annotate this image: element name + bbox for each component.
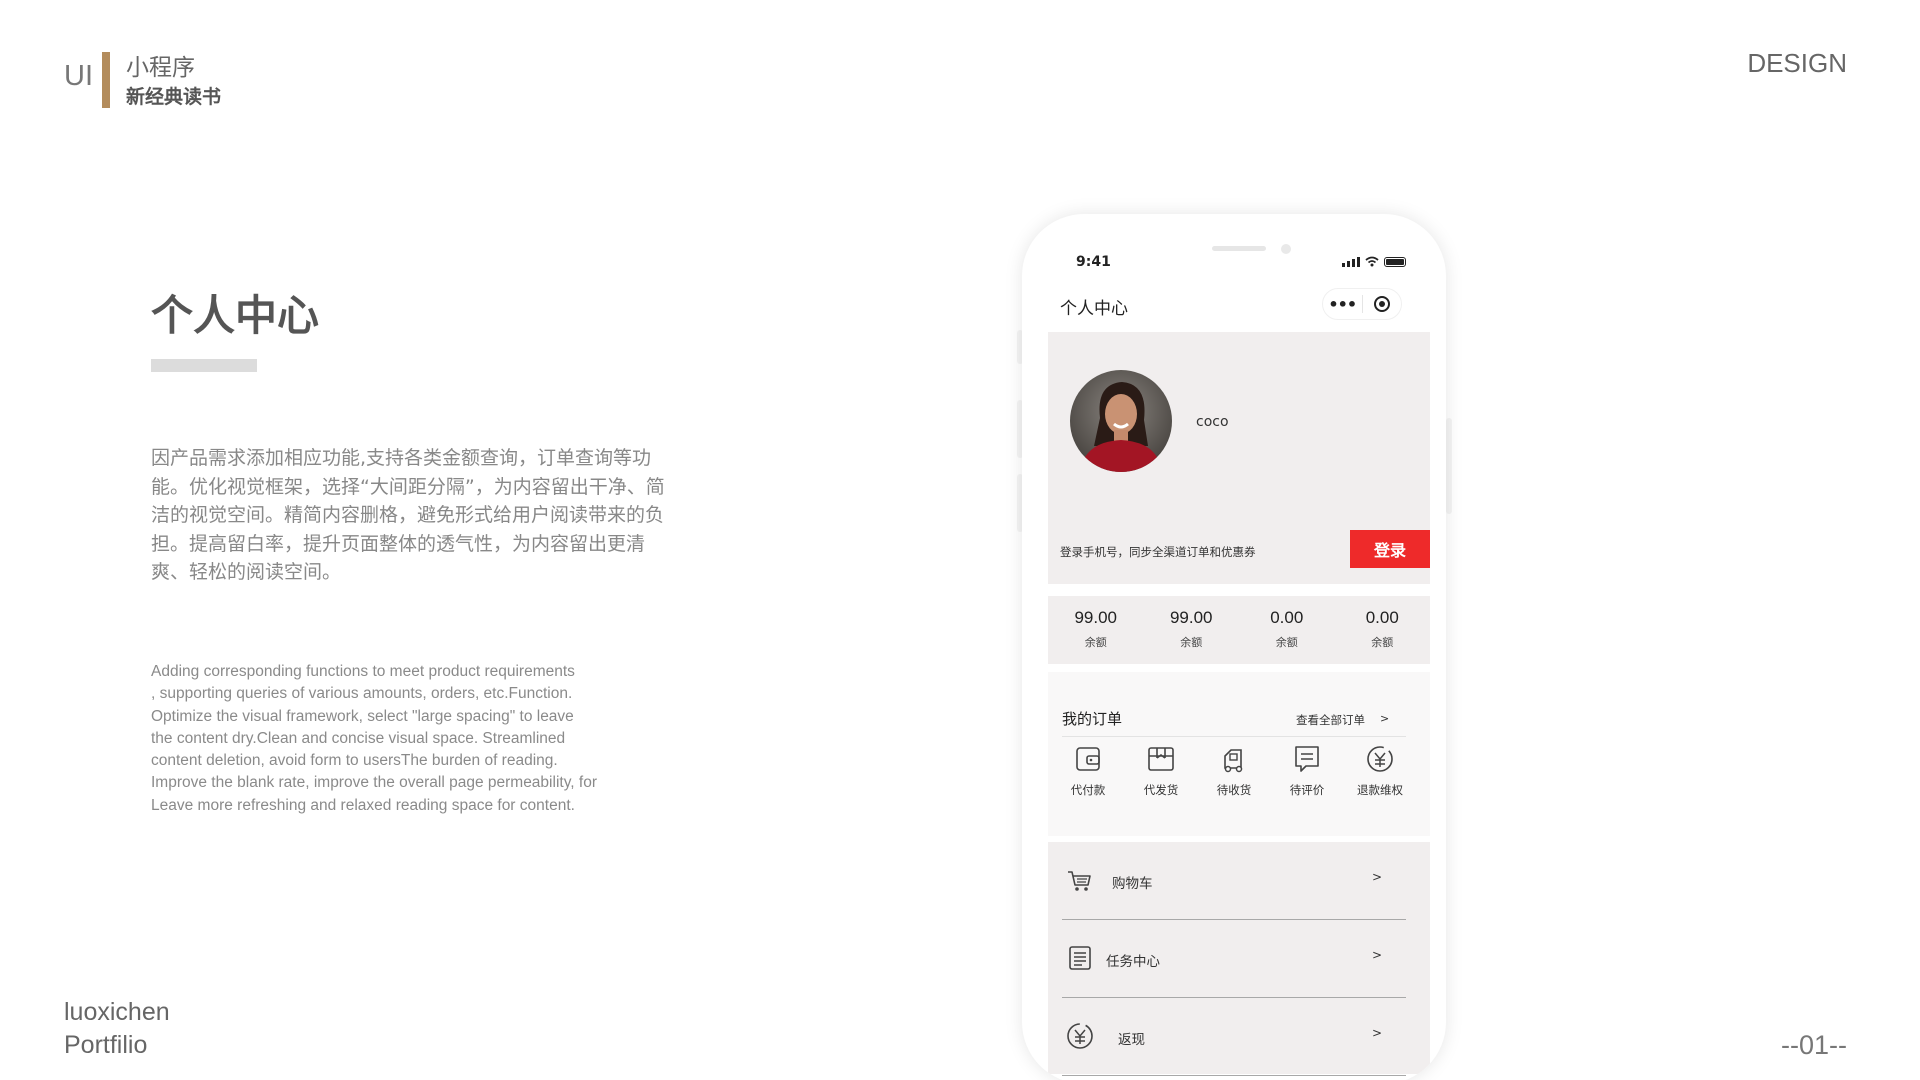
phone-speaker	[1212, 246, 1266, 251]
target-circle-icon	[1373, 296, 1390, 312]
balance-summary: 99.00 余额 99.00 余额 0.00 余额 0.00 余额	[1048, 596, 1430, 664]
page-title: 个人中心	[151, 291, 320, 340]
status-bar-time: 9:41	[1076, 254, 1111, 270]
signal-icon	[1342, 256, 1360, 267]
phone-camera	[1281, 244, 1291, 254]
truck-icon	[1224, 749, 1243, 773]
balance-label: 余额	[1180, 636, 1203, 649]
comment-icon	[1295, 746, 1319, 772]
balance-label: 余额	[1084, 636, 1107, 649]
menu-item-task-center[interactable]: 任务中心 >	[1062, 920, 1406, 998]
header-design-label: DESIGN	[1747, 48, 1847, 78]
cashback-icon	[1067, 1023, 1093, 1049]
order-status-label: 代发货	[1143, 783, 1179, 797]
order-status-label: 待评价	[1289, 783, 1325, 797]
login-hint-text: 登录手机号，同步全渠道订单和优惠券	[1060, 545, 1256, 559]
avatar[interactable]	[1070, 370, 1172, 472]
order-status-list: 代付款 代发货 待收货 待评价 退款维权	[1052, 742, 1416, 798]
header-subtitle-miniprogram: 小程序	[126, 55, 195, 81]
footer-portfolio: Portfilio	[64, 1031, 148, 1059]
balance-value: 0.00	[1270, 608, 1304, 627]
footer-author-block: luoxichen Portfilio	[64, 996, 170, 1062]
chevron-right-icon: >	[1372, 1026, 1383, 1040]
view-all-orders-link[interactable]: 查看全部订单	[1296, 712, 1365, 728]
order-status-pending-receipt[interactable]: 待收货	[1198, 742, 1270, 798]
order-status-pending-payment[interactable]: 代付款	[1052, 742, 1124, 798]
my-orders-section: 我的订单 查看全部订单 > 代付款 代发货 待收货 待评价 退款维权	[1048, 672, 1430, 836]
page-number: --01--	[1781, 1030, 1847, 1060]
header-subtitle-app-name: 新经典读书	[126, 86, 222, 108]
balance-label: 余额	[1371, 636, 1394, 649]
description-english: Adding corresponding functions to meet p…	[151, 663, 597, 814]
menu-item-label: 购物车	[1112, 876, 1153, 892]
order-status-refund[interactable]: 退款维权	[1344, 742, 1416, 798]
order-status-label: 退款维权	[1357, 783, 1403, 797]
miniprogram-capsule: •••	[1322, 288, 1402, 320]
balance-item[interactable]: 99.00 余额	[1048, 596, 1144, 664]
phone-side-button-power	[1446, 418, 1452, 514]
status-bar-icons	[1342, 256, 1406, 267]
header-ui-label: UI	[64, 60, 93, 92]
orders-title: 我的订单	[1062, 710, 1123, 728]
menu-item-label: 返现	[1118, 1032, 1145, 1048]
nav-title: 个人中心	[1060, 299, 1128, 319]
balance-label: 余额	[1275, 636, 1298, 649]
order-status-label: 代付款	[1070, 783, 1106, 797]
avatar-portrait-image	[1070, 370, 1172, 472]
menu-item-cart[interactable]: 购物车 >	[1062, 842, 1406, 920]
order-status-pending-shipment[interactable]: 代发货	[1125, 742, 1197, 798]
order-status-pending-review[interactable]: 待评价	[1271, 742, 1343, 798]
header-accent-bar	[102, 52, 110, 108]
wifi-icon	[1365, 256, 1379, 267]
title-underline	[151, 359, 257, 372]
menu-item-cashback[interactable]: 返现 >	[1062, 998, 1406, 1076]
orders-divider	[1062, 736, 1406, 737]
balance-item[interactable]: 0.00 余额	[1239, 596, 1335, 664]
balance-item[interactable]: 99.00 余额	[1144, 596, 1240, 664]
menu-list: 购物车 > 任务中心 > 返现 >	[1048, 842, 1430, 1076]
description-chinese: 因产品需求添加相应功能,支持各类金额查询，订单查询等功能。优化视觉框架，选择“大…	[151, 447, 665, 583]
login-button[interactable]: 登录	[1350, 530, 1430, 568]
battery-icon	[1384, 256, 1406, 267]
chevron-right-icon: >	[1372, 948, 1383, 962]
profile-card: coco 登录手机号，同步全渠道订单和优惠券 登录	[1048, 332, 1430, 584]
balance-value: 99.00	[1169, 608, 1213, 627]
close-miniprogram-button[interactable]	[1362, 296, 1401, 312]
footer-author: luoxichen	[64, 998, 170, 1026]
box-icon	[1148, 747, 1174, 771]
more-options-button[interactable]: •••	[1323, 295, 1362, 314]
chevron-right-icon[interactable]: >	[1380, 712, 1389, 725]
task-list-icon	[1069, 946, 1091, 970]
phone-mockup: 9:41 个人中心 ••• coco 登录手机号，同步全渠道订单和优惠券 登录 …	[1022, 214, 1446, 1080]
username: coco	[1196, 414, 1229, 430]
order-status-label: 待收货	[1216, 783, 1252, 797]
menu-item-label: 任务中心	[1106, 954, 1160, 970]
chevron-right-icon: >	[1372, 870, 1383, 884]
cart-icon	[1068, 871, 1091, 891]
balance-value: 0.00	[1365, 608, 1399, 627]
balance-value: 99.00	[1074, 608, 1118, 627]
refund-icon	[1367, 746, 1393, 772]
balance-item[interactable]: 0.00 余额	[1335, 596, 1431, 664]
wallet-icon	[1076, 747, 1100, 771]
